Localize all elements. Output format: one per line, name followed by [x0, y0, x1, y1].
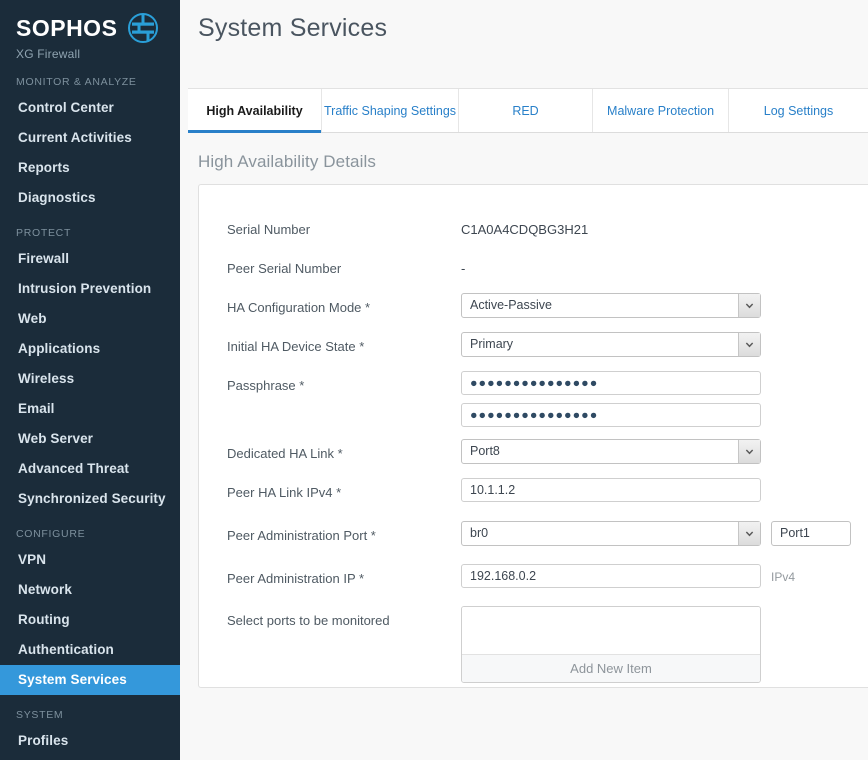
field-label: Initial HA Device State *	[227, 339, 365, 354]
chevron-down-icon[interactable]	[738, 522, 760, 545]
field-serial-number: Serial Number C1A0A4CDQBG3H21	[199, 215, 868, 245]
sidebar-item-synchronized-security[interactable]: Synchronized Security	[0, 484, 180, 514]
sidebar-item-current-activities[interactable]: Current Activities	[0, 123, 180, 153]
chevron-down-icon[interactable]	[738, 294, 760, 317]
tab-red[interactable]: RED	[459, 89, 594, 132]
nav-group-monitor: MONITOR & ANALYZE Control Center Current…	[0, 76, 180, 213]
tab-bar: High Availability Traffic Shaping Settin…	[188, 88, 868, 133]
field-label: Select ports to be monitored	[227, 613, 390, 628]
main-content: System Services High Availability Traffi…	[180, 0, 868, 760]
peer-administration-port-value: br0	[461, 521, 761, 546]
sophos-globe-icon	[125, 10, 161, 46]
ports-to-monitor-list[interactable]	[462, 607, 760, 654]
ports-to-monitor-multiselect[interactable]: Add New Item	[461, 606, 761, 683]
brand-block: SOPHOS XG Firewall	[0, 0, 180, 62]
page-header: System Services	[180, 0, 868, 88]
nav-group-system: SYSTEM Profiles Hosts and Services Admin…	[0, 709, 180, 760]
peer-administration-ip-suffix: IPv4	[771, 570, 796, 584]
peer-ha-link-ipv4-input[interactable]: 10.1.1.2	[461, 478, 761, 502]
initial-ha-device-state-value: Primary	[461, 332, 761, 357]
brand-name: SOPHOS	[16, 15, 118, 41]
sidebar-item-intrusion-prevention[interactable]: Intrusion Prevention	[0, 274, 180, 304]
field-label: Peer Serial Number	[227, 261, 342, 276]
field-passphrase: Passphrase * ●●●●●●●●●●●●●●● ●●●●●●●●●●●…	[199, 371, 868, 427]
field-peer-serial-number: Peer Serial Number -	[199, 254, 868, 284]
ha-configuration-mode-value: Active-Passive	[461, 293, 761, 318]
chevron-down-icon[interactable]	[738, 333, 760, 356]
field-ha-configuration-mode: HA Configuration Mode * Active-Passive	[199, 293, 868, 323]
sidebar-item-wireless[interactable]: Wireless	[0, 364, 180, 394]
field-peer-administration-port: Peer Administration Port * br0 Port1	[199, 521, 868, 551]
field-initial-ha-device-state: Initial HA Device State * Primary	[199, 332, 868, 362]
nav-group-label: PROTECT	[16, 227, 72, 239]
peer-administration-port-select[interactable]: br0	[461, 521, 761, 546]
initial-ha-device-state-select[interactable]: Primary	[461, 332, 761, 357]
sidebar-item-profiles[interactable]: Profiles	[0, 726, 180, 756]
application-window: SOPHOS XG Firewall MONITOR & ANALYZE Con…	[0, 0, 868, 760]
sidebar-item-applications[interactable]: Applications	[0, 334, 180, 364]
peer-administration-port-secondary[interactable]: Port1	[771, 521, 851, 546]
section-title: High Availability Details	[198, 152, 376, 171]
field-label: Peer Administration IP *	[227, 571, 365, 586]
brand-product: XG Firewall	[16, 47, 81, 61]
field-ports-to-monitor: Select ports to be monitored Add New Ite…	[199, 606, 868, 683]
high-availability-form-panel: Serial Number C1A0A4CDQBG3H21 Peer Seria…	[198, 184, 868, 688]
chevron-down-icon[interactable]	[738, 440, 760, 463]
sidebar-item-firewall[interactable]: Firewall	[0, 244, 180, 274]
field-label: Serial Number	[227, 222, 311, 237]
field-label: Dedicated HA Link *	[227, 446, 343, 461]
nav-group-label: MONITOR & ANALYZE	[16, 76, 137, 88]
sidebar-item-web[interactable]: Web	[0, 304, 180, 334]
field-label: Peer HA Link IPv4 *	[227, 485, 342, 500]
dedicated-ha-link-value: Port8	[461, 439, 761, 464]
page-title: System Services	[198, 14, 388, 42]
field-label: Passphrase *	[227, 378, 305, 393]
peer-administration-ip-input[interactable]: 192.168.0.2	[461, 564, 761, 588]
field-label: HA Configuration Mode *	[227, 300, 371, 315]
sidebar-item-advanced-threat[interactable]: Advanced Threat	[0, 454, 180, 484]
sidebar-item-authentication[interactable]: Authentication	[0, 635, 180, 665]
nav-group-protect: PROTECT Firewall Intrusion Prevention We…	[0, 227, 180, 514]
passphrase-input[interactable]: ●●●●●●●●●●●●●●●	[461, 371, 761, 395]
sidebar-item-web-server[interactable]: Web Server	[0, 424, 180, 454]
field-label: Peer Administration Port *	[227, 528, 376, 543]
serial-number-value: C1A0A4CDQBG3H21	[461, 222, 589, 237]
sidebar-item-control-center[interactable]: Control Center	[0, 93, 180, 123]
passphrase-confirm-input[interactable]: ●●●●●●●●●●●●●●●	[461, 403, 761, 427]
tab-malware-protection[interactable]: Malware Protection	[593, 89, 730, 132]
nav-group-configure: CONFIGURE VPN Network Routing Authentica…	[0, 528, 180, 695]
tab-high-availability[interactable]: High Availability	[188, 89, 323, 133]
sidebar-item-reports[interactable]: Reports	[0, 153, 180, 183]
sidebar-item-hosts-and-services[interactable]: Hosts and Services	[0, 756, 180, 760]
sidebar-item-diagnostics[interactable]: Diagnostics	[0, 183, 180, 213]
nav-group-label: SYSTEM	[16, 709, 64, 721]
ha-configuration-mode-select[interactable]: Active-Passive	[461, 293, 761, 318]
sidebar-item-vpn[interactable]: VPN	[0, 545, 180, 575]
field-peer-ha-link-ipv4: Peer HA Link IPv4 * 10.1.1.2	[199, 478, 868, 508]
add-new-item-button[interactable]: Add New Item	[462, 654, 760, 682]
sidebar: SOPHOS XG Firewall MONITOR & ANALYZE Con…	[0, 0, 180, 760]
sidebar-item-routing[interactable]: Routing	[0, 605, 180, 635]
nav-group-label: CONFIGURE	[16, 528, 86, 540]
dedicated-ha-link-select[interactable]: Port8	[461, 439, 761, 464]
tab-log-settings[interactable]: Log Settings	[729, 89, 868, 132]
peer-serial-number-value: -	[461, 261, 466, 276]
sidebar-item-network[interactable]: Network	[0, 575, 180, 605]
field-peer-administration-ip: Peer Administration IP * 192.168.0.2 IPv…	[199, 564, 868, 594]
field-dedicated-ha-link: Dedicated HA Link * Port8	[199, 439, 868, 469]
tab-traffic-shaping-settings[interactable]: Traffic Shaping Settings	[322, 89, 460, 132]
sidebar-item-email[interactable]: Email	[0, 394, 180, 424]
sidebar-item-system-services[interactable]: System Services	[0, 665, 180, 695]
